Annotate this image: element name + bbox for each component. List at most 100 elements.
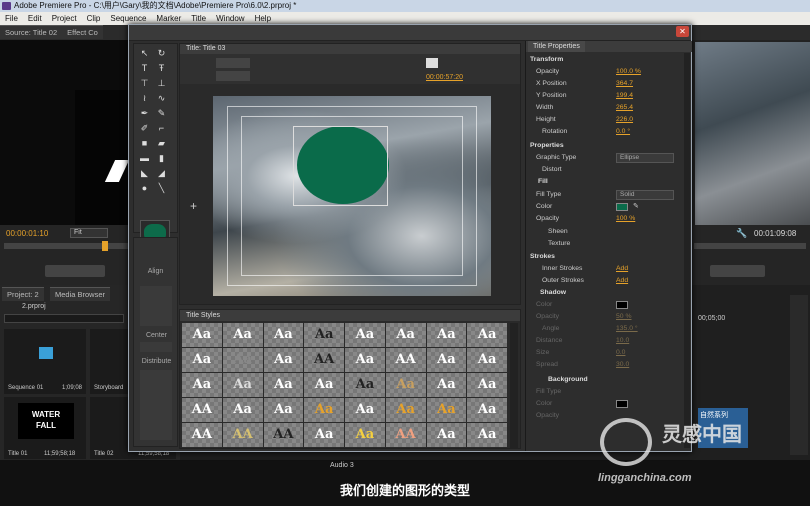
style-swatch[interactable]: Aa <box>263 348 304 372</box>
project-item-sequence[interactable]: Sequence 01 1;09;08 <box>4 329 86 394</box>
program-transport-buttons[interactable] <box>710 265 765 277</box>
style-swatch[interactable]: Aa <box>426 423 467 447</box>
selection-bounds[interactable] <box>293 126 388 206</box>
program-scrubber[interactable] <box>694 243 806 249</box>
project-item-storyboard[interactable]: Storyboard <box>90 329 130 394</box>
eyedropper-icon[interactable]: ✎ <box>633 201 639 213</box>
vertical-type-tool-icon[interactable]: Ŧ <box>155 62 168 75</box>
style-swatch[interactable]: Aa <box>426 398 467 422</box>
source-transport-buttons[interactable] <box>45 265 105 277</box>
style-swatch[interactable]: Aa <box>426 348 467 372</box>
props-tab[interactable]: Title Properties <box>528 41 585 52</box>
fill-type-dropdown[interactable]: Solid <box>616 190 674 200</box>
wedge-tool-icon[interactable]: ◣ <box>138 167 151 180</box>
playhead-icon[interactable] <box>102 241 108 251</box>
style-swatch[interactable]: Aa <box>467 323 507 347</box>
style-swatch[interactable]: Aa <box>467 423 507 447</box>
tab-source[interactable]: Source: Title 02 <box>0 25 63 39</box>
vertical-area-type-icon[interactable]: ⊥ <box>155 77 168 90</box>
style-swatch[interactable]: Aa <box>263 323 304 347</box>
path-type-icon[interactable]: ≀ <box>138 92 151 105</box>
shadow-color-swatch[interactable] <box>616 301 628 309</box>
style-swatch[interactable]: Aa <box>345 423 385 447</box>
shadow-section[interactable]: Shadow <box>526 287 686 299</box>
source-timecode[interactable]: 00:00:01:10 <box>6 229 48 238</box>
type-tool-icon[interactable]: T <box>138 62 151 75</box>
fill-color-swatch[interactable] <box>616 203 628 211</box>
prop-value[interactable]: 265.4 <box>616 102 633 114</box>
fill-section[interactable]: Fill <box>526 176 686 188</box>
style-swatch[interactable]: Aa <box>467 348 507 372</box>
texture-row[interactable]: Texture <box>526 238 686 250</box>
style-swatch[interactable]: Aa <box>426 373 467 397</box>
prop-value[interactable]: 226.0 <box>616 114 633 126</box>
style-swatch[interactable]: Aa <box>385 323 426 347</box>
menu-project[interactable]: Project <box>47 12 82 25</box>
style-swatch[interactable]: Aa <box>385 398 426 422</box>
properties-section[interactable]: Properties <box>526 140 686 152</box>
selection-tool-icon[interactable]: ↖ <box>138 47 151 60</box>
style-swatch[interactable]: AA <box>385 423 426 447</box>
bg-color-swatch[interactable] <box>616 400 628 408</box>
title-tab-label[interactable]: Title: Title 03 <box>186 45 225 52</box>
add-anchor-icon[interactable]: ✐ <box>138 122 151 135</box>
style-swatch[interactable]: Aa <box>304 423 344 447</box>
vertical-path-type-icon[interactable]: ∿ <box>155 92 168 105</box>
style-swatch[interactable]: Aa <box>182 373 222 397</box>
project-item-title01[interactable]: WATER FALL Title 01 11;59;58;18 <box>4 397 86 459</box>
title-timecode[interactable]: 00:00:57:20 <box>426 74 463 81</box>
fit-dropdown[interactable]: Fit <box>70 228 108 238</box>
ellipse-tool-icon[interactable]: ● <box>138 182 151 195</box>
menu-file[interactable]: File <box>0 12 23 25</box>
style-swatch[interactable]: Aa <box>385 373 426 397</box>
arc-tool-icon[interactable]: ◢ <box>155 167 168 180</box>
title-canvas[interactable] <box>213 96 491 296</box>
style-swatch[interactable]: AA <box>385 348 426 372</box>
center-buttons[interactable] <box>140 342 172 352</box>
strokes-section[interactable]: Strokes <box>526 251 686 263</box>
project-search-input[interactable] <box>4 314 124 323</box>
transform-section[interactable]: Transform <box>526 54 686 66</box>
styles-tab-label[interactable]: Title Styles <box>186 312 220 319</box>
style-swatch[interactable]: Aa <box>182 323 222 347</box>
wrench-icon[interactable]: 🔧 <box>736 228 747 239</box>
tab-effect-controls[interactable]: Effect Co <box>62 25 103 39</box>
style-swatch[interactable]: Aa <box>304 398 344 422</box>
style-swatch[interactable]: Aa <box>222 398 263 422</box>
prop-value[interactable]: 100.0 % <box>616 66 641 78</box>
area-type-icon[interactable]: ⊤ <box>138 77 151 90</box>
style-swatch[interactable]: Aa <box>263 398 304 422</box>
rounded-rect-icon[interactable]: ▬ <box>138 152 151 165</box>
pen-tool-icon[interactable]: ✒ <box>138 107 151 120</box>
delete-anchor-icon[interactable]: ✎ <box>155 107 168 120</box>
font-style-dropdown[interactable] <box>216 71 250 81</box>
style-swatch[interactable]: Aa <box>345 323 385 347</box>
style-swatch[interactable]: AA <box>182 423 222 447</box>
add-inner-stroke-link[interactable]: Add <box>616 263 628 275</box>
tab-project[interactable]: Project: 2 <box>2 287 44 301</box>
tab-media-browser[interactable]: Media Browser <box>50 287 111 301</box>
style-swatch[interactable]: Aa <box>182 348 222 372</box>
prop-value[interactable]: 199.4 <box>616 90 633 102</box>
rectangle-tool-icon[interactable]: ■ <box>138 137 151 150</box>
clipped-corner-icon[interactable]: ▰ <box>155 137 168 150</box>
font-family-dropdown[interactable] <box>216 58 250 68</box>
style-swatch[interactable]: Aa <box>345 373 385 397</box>
style-swatch[interactable]: Aa <box>467 373 507 397</box>
prop-value[interactable]: 0.0 ° <box>616 126 630 138</box>
background-video-icon[interactable] <box>426 58 438 68</box>
style-swatch[interactable]: AA <box>263 423 304 447</box>
source-scrubber[interactable] <box>4 243 128 249</box>
distort-row[interactable]: Distort <box>526 164 686 176</box>
style-swatch[interactable]: Aa <box>426 323 467 347</box>
style-swatch[interactable]: Aa <box>222 373 263 397</box>
distribute-buttons[interactable] <box>140 370 172 440</box>
line-tool-icon[interactable]: ╲ <box>155 182 168 195</box>
menu-clip[interactable]: Clip <box>82 12 106 25</box>
prop-value[interactable]: 100 % <box>616 213 635 225</box>
graphic-type-dropdown[interactable]: Ellipse <box>616 153 674 163</box>
background-section[interactable]: Background <box>526 374 686 386</box>
rounded-corner-icon[interactable]: ▮ <box>155 152 168 165</box>
style-swatch[interactable]: Aa <box>222 323 263 347</box>
style-swatch[interactable]: Aa <box>467 398 507 422</box>
